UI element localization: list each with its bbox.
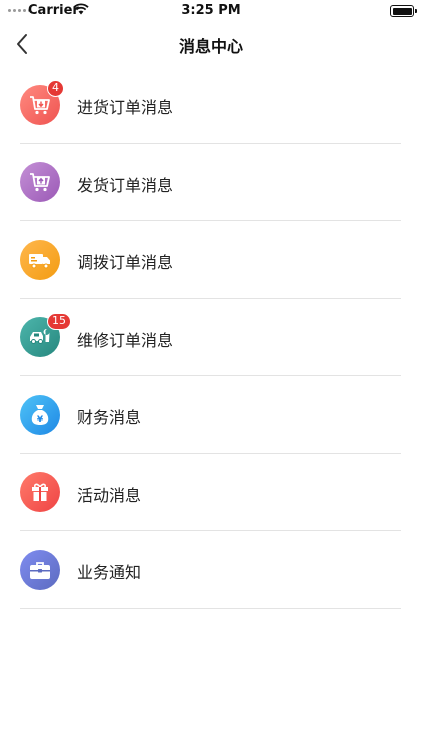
truck-icon <box>20 239 60 280</box>
unread-badge: 4 <box>47 80 64 97</box>
list-item-transfer-orders[interactable]: 调拨订单消息 <box>20 221 401 299</box>
list-item-business-notice[interactable]: 业务通知 <box>20 531 401 609</box>
list-item-label: 活动消息 <box>77 485 142 505</box>
cart-upload-icon <box>20 162 60 202</box>
list-item-label: 发货订单消息 <box>77 175 174 195</box>
list-item-activity[interactable]: 活动消息 <box>20 454 401 531</box>
gift-icon <box>20 472 60 512</box>
page-title: 消息中心 <box>178 37 243 56</box>
list-item-label: 财务消息 <box>77 408 142 427</box>
list-item-label: 业务通知 <box>77 563 142 582</box>
svg-text:¥: ¥ <box>37 415 44 425</box>
battery-icon <box>390 5 417 17</box>
list-item-repair-orders[interactable]: 15 维修订单消息 <box>20 299 401 376</box>
money-bag-icon: ¥ <box>20 394 60 435</box>
list-item-purchase-orders[interactable]: 4 进货订单消息 <box>20 66 401 144</box>
briefcase-icon <box>20 549 60 590</box>
unread-badge: 15 <box>47 312 71 330</box>
list-item-label: 进货订单消息 <box>77 98 174 117</box>
status-time: 3:25 PM <box>181 3 241 18</box>
list-item-label: 调拨订单消息 <box>77 253 174 272</box>
status-bar: Carrier 3:25 PM <box>0 0 422 22</box>
list-item-shipping-orders[interactable]: 发货订单消息 <box>20 144 401 221</box>
list-item-label: 维修订单消息 <box>77 330 174 350</box>
message-list: 4 进货订单消息 发货订单消息 调拨订单消息 15 维修订单消息 ¥ 财务消息 … <box>0 66 422 609</box>
list-item-finance[interactable]: ¥ 财务消息 <box>20 376 401 454</box>
nav-bar: 消息中心 <box>0 24 422 64</box>
